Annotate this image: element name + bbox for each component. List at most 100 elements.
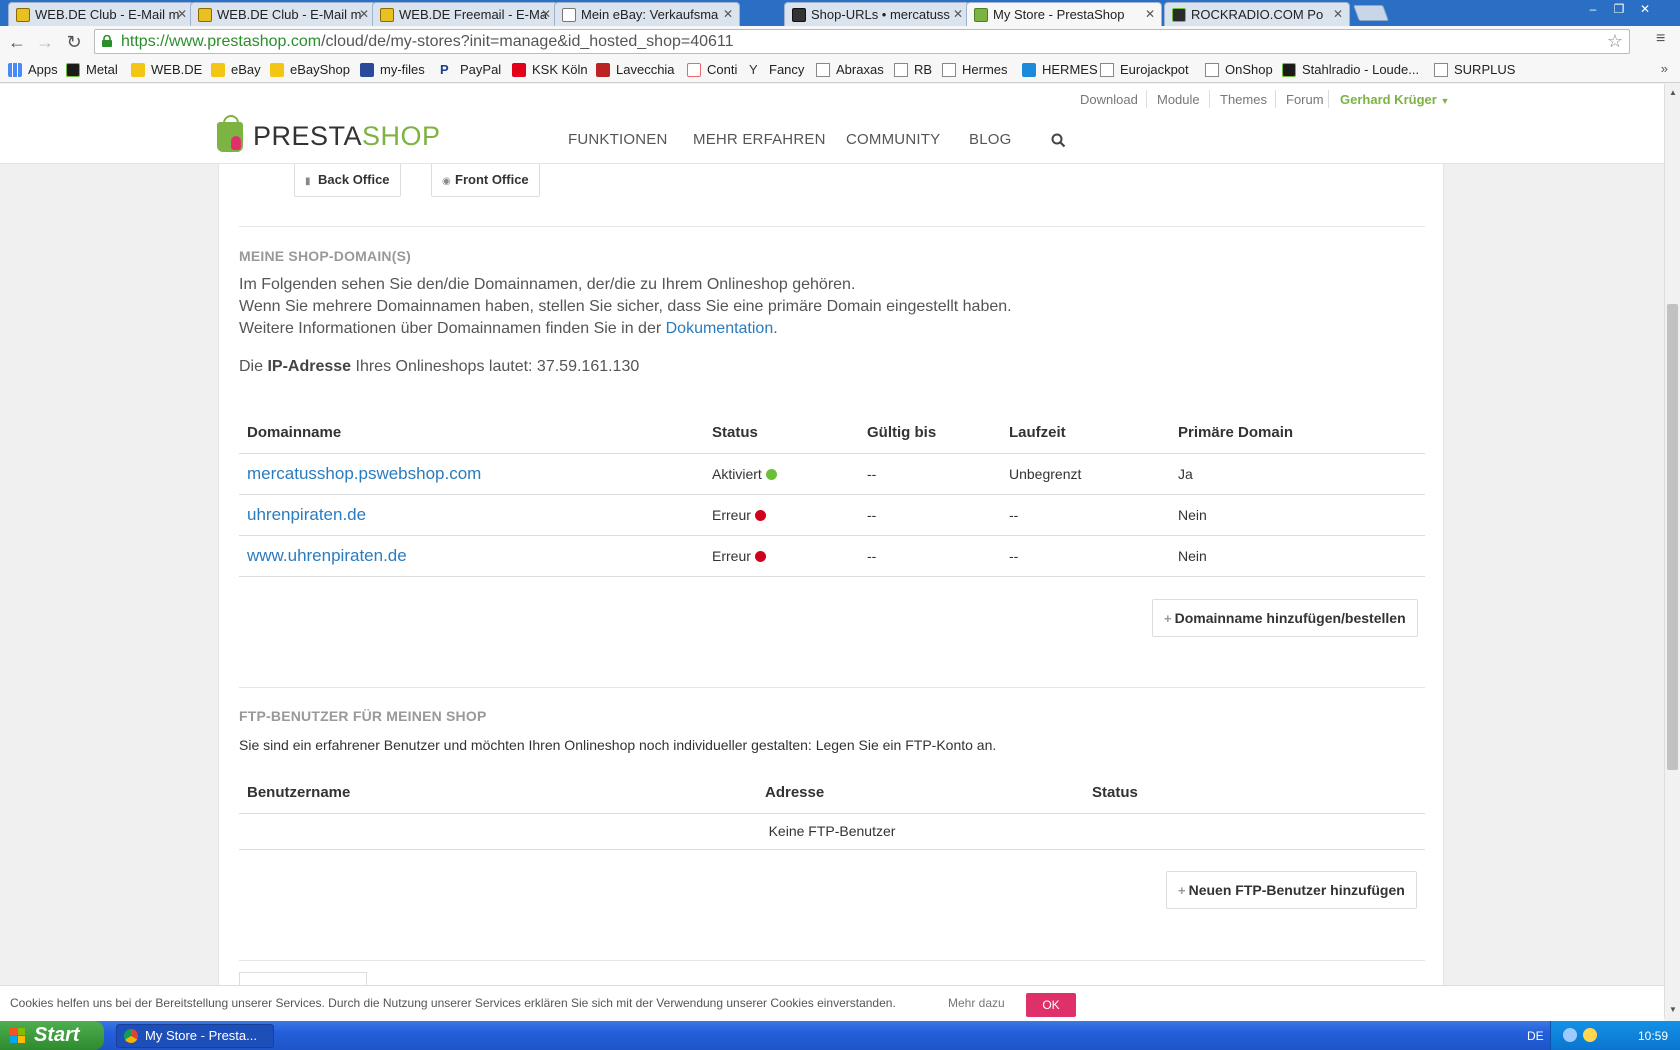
status-text: Erreur	[712, 547, 751, 564]
bookmark-abraxas[interactable]: Abraxas	[816, 62, 884, 77]
add-domain-button[interactable]: + Domainname hinzufügen/bestellen	[1152, 599, 1418, 637]
bookmark-onshop[interactable]: OnShop	[1205, 62, 1273, 77]
minimize-window-icon[interactable]: –	[1584, 2, 1602, 16]
domain-link[interactable]: mercatusshop.pswebshop.com	[239, 453, 704, 495]
bookmark-label: my-files	[380, 62, 425, 77]
restore-window-icon[interactable]: ❐	[1610, 2, 1628, 16]
documentation-link[interactable]: Dokumentation	[666, 320, 774, 337]
page-scrollbar[interactable]: ▲ ▼	[1664, 84, 1680, 1018]
bookmarks-overflow-button[interactable]: »	[1661, 61, 1668, 76]
chrome-menu-icon[interactable]: ≡	[1656, 30, 1672, 48]
bookmark-lavecchia[interactable]: Lavecchia	[596, 62, 675, 77]
lock-icon	[102, 35, 112, 47]
page-icon	[1205, 63, 1219, 77]
bookmark-fancy[interactable]: Y Fancy	[749, 62, 804, 77]
close-tab-icon[interactable]: ✕	[1333, 3, 1343, 26]
bookmark-rb[interactable]: RB	[894, 62, 932, 77]
bookmark-star-icon[interactable]: ☆	[1607, 31, 1623, 52]
close-tab-icon[interactable]: ✕	[1145, 3, 1155, 26]
bookmark-label: PayPal	[460, 62, 502, 77]
bookmark-hermes-caps[interactable]: HERMES	[1022, 62, 1098, 77]
taskbar-window-chrome[interactable]: My Store - Presta...	[116, 1024, 274, 1048]
paypal-icon: P	[440, 62, 449, 77]
add-ftp-user-label: Neuen FTP-Benutzer hinzufügen	[1188, 882, 1405, 898]
search-icon[interactable]	[1051, 133, 1066, 148]
top-link-forum[interactable]: Forum	[1286, 92, 1324, 107]
top-link-download[interactable]: Download	[1080, 92, 1138, 107]
browser-tab-webde-freemail[interactable]: WEB.DE Freemail - E-Ma ✕	[372, 2, 558, 26]
top-link-module[interactable]: Module	[1157, 92, 1200, 107]
nav-community[interactable]: COMMUNITY	[846, 131, 940, 148]
start-button[interactable]: Start	[0, 1021, 104, 1050]
nav-blog[interactable]: BLOG	[969, 131, 1011, 148]
bookmark-label: HERMES	[1042, 62, 1098, 77]
browser-tab-my-store[interactable]: My Store - PrestaShop ✕	[966, 2, 1162, 26]
close-tab-icon[interactable]: ✕	[541, 3, 551, 26]
scroll-down-arrow-icon[interactable]: ▼	[1669, 1005, 1677, 1014]
volume-tray-icon[interactable]	[1583, 1028, 1597, 1042]
nav-funktionen[interactable]: FUNKTIONEN	[568, 131, 668, 148]
bookmark-ksk-koeln[interactable]: KSK Köln	[512, 62, 588, 77]
bookmark-metal[interactable]: Metal	[66, 62, 118, 77]
address-bar[interactable]: https://www.prestashop.com/cloud/de/my-s…	[94, 29, 1630, 54]
cookie-consent-bar: Cookies helfen uns bei der Bereitstellun…	[0, 985, 1664, 1021]
close-window-icon[interactable]: ✕	[1636, 2, 1654, 16]
bookmark-my-files[interactable]: my-files	[360, 62, 425, 77]
bookmark-paypal[interactable]: P PayPal	[440, 62, 501, 77]
tab-label: ROCKRADIO.COM Po	[1191, 7, 1324, 22]
language-indicator[interactable]: DE	[1527, 1029, 1544, 1043]
webde-tab-icon	[16, 8, 30, 22]
close-tab-icon[interactable]: ✕	[177, 3, 187, 26]
scrollbar-thumb[interactable]	[1667, 304, 1678, 770]
table-header-row: Benutzername Adresse Status	[239, 773, 1425, 814]
bookmark-ebayshop[interactable]: eBayShop	[270, 62, 350, 77]
ftp-section-title: FTP-BENUTZER FÜR MEINEN SHOP	[239, 708, 487, 724]
domain-link[interactable]: uhrenpiraten.de	[239, 494, 704, 536]
close-tab-icon[interactable]: ✕	[953, 3, 963, 26]
browser-tab-webde-club-2[interactable]: WEB.DE Club - E-Mail m ✕	[190, 2, 376, 26]
back-office-button[interactable]: ▮ Back Office	[294, 162, 401, 197]
metal-icon	[66, 63, 80, 77]
new-tab-button[interactable]	[1353, 5, 1389, 21]
bookmark-surplus[interactable]: SURPLUS	[1434, 62, 1515, 77]
bookmark-label: Apps	[28, 62, 58, 77]
network-tray-icon[interactable]	[1563, 1028, 1577, 1042]
ftp-intro: Sie sind ein erfahrener Benutzer und möc…	[239, 737, 997, 753]
top-link-themes[interactable]: Themes	[1220, 92, 1267, 107]
user-name: Gerhard Krüger	[1340, 92, 1437, 107]
divider	[1275, 90, 1276, 108]
nav-mehr-erfahren[interactable]: MEHR ERFAHREN	[693, 131, 826, 148]
rockradio-tab-icon	[1172, 8, 1186, 22]
cookie-ok-button[interactable]: OK	[1026, 993, 1076, 1017]
forward-arrow-icon[interactable]: →	[34, 31, 56, 53]
browser-tab-webde-club-1[interactable]: WEB.DE Club - E-Mail m ✕	[8, 2, 194, 26]
add-ftp-user-button[interactable]: + Neuen FTP-Benutzer hinzufügen	[1166, 871, 1417, 909]
browser-toolbar: ← → ↻ https://www.prestashop.com/cloud/d…	[0, 26, 1680, 58]
ip-prefix: Die	[239, 358, 268, 375]
scroll-up-arrow-icon[interactable]: ▲	[1669, 88, 1677, 97]
column-header: Benutzername	[239, 773, 757, 814]
page-icon	[816, 63, 830, 77]
bookmark-conti[interactable]: Conti	[687, 62, 737, 77]
status-dot-icon	[754, 550, 766, 562]
front-office-button[interactable]: ◉ Front Office	[431, 162, 540, 197]
bookmark-apps[interactable]: Apps	[8, 62, 58, 77]
bookmark-eurojackpot[interactable]: Eurojackpot	[1100, 62, 1189, 77]
bookmark-ebay[interactable]: eBay	[211, 62, 261, 77]
close-tab-icon[interactable]: ✕	[723, 3, 733, 26]
bookmark-hermes[interactable]: Hermes	[942, 62, 1008, 77]
shop-tab-icon	[792, 8, 806, 22]
bookmark-label: Hermes	[962, 62, 1008, 77]
close-tab-icon[interactable]: ✕	[359, 3, 369, 26]
browser-tab-shop-urls[interactable]: Shop-URLs • mercatuss ✕	[784, 2, 970, 26]
domain-link[interactable]: www.uhrenpiraten.de	[239, 535, 704, 577]
bookmark-stahlradio[interactable]: Stahlradio - Loude...	[1282, 62, 1419, 77]
cookie-more-link[interactable]: Mehr dazu	[948, 996, 1005, 1010]
browser-tab-ebay[interactable]: Mein eBay: Verkaufsma ✕	[554, 2, 740, 26]
back-arrow-icon[interactable]: ←	[6, 31, 28, 53]
user-menu[interactable]: Gerhard Krüger ▼	[1340, 92, 1449, 107]
browser-tab-rockradio[interactable]: ROCKRADIO.COM Po ✕	[1164, 2, 1350, 26]
bookmark-webde[interactable]: WEB.DE	[131, 62, 202, 77]
chrome-icon	[124, 1029, 138, 1043]
reload-icon[interactable]: ↻	[63, 31, 85, 53]
